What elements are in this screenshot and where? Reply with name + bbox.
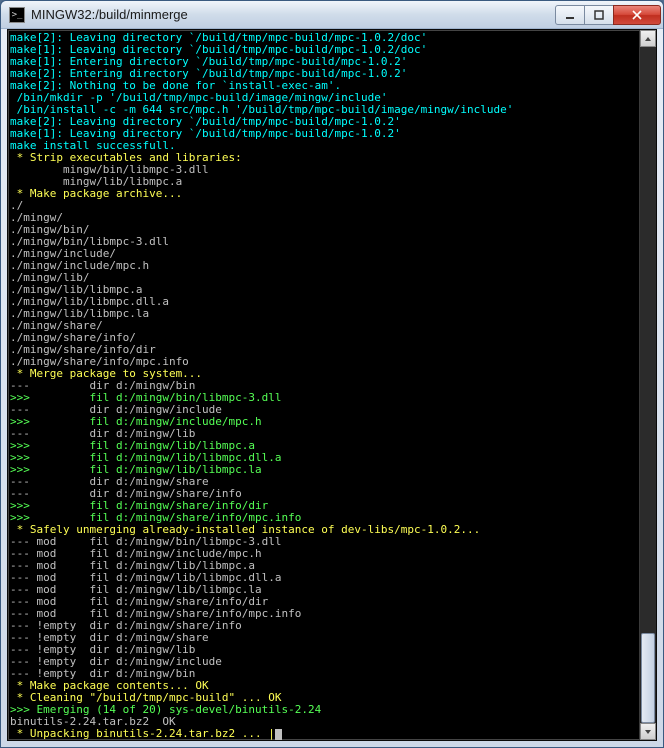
maximize-icon (594, 10, 604, 20)
scroll-down-button[interactable] (640, 723, 656, 740)
scrollbar-thumb[interactable] (641, 633, 655, 723)
terminal-line: ./mingw/include/mpc.h (10, 260, 656, 272)
titlebar[interactable]: >_ MINGW32:/build/minmerge (1, 1, 663, 29)
close-button[interactable] (613, 5, 661, 25)
app-window: >_ MINGW32:/build/minmerge make[2]: Leav… (0, 0, 664, 748)
window-controls (556, 5, 661, 25)
minimize-button[interactable] (555, 5, 585, 25)
minimize-icon (565, 10, 575, 20)
terminal-line: * Make package archive... (10, 188, 656, 200)
app-icon: >_ (9, 7, 25, 23)
window-title: MINGW32:/build/minmerge (31, 7, 556, 22)
terminal-client: make[2]: Leaving directory `/build/tmp/m… (7, 29, 657, 741)
cursor (275, 729, 282, 740)
maximize-button[interactable] (584, 5, 614, 25)
terminal-line: ./ (10, 200, 656, 212)
chevron-up-icon (644, 36, 652, 42)
terminal-output[interactable]: make[2]: Leaving directory `/build/tmp/m… (10, 32, 656, 740)
vertical-scrollbar[interactable] (639, 30, 656, 740)
scroll-up-button[interactable] (640, 30, 656, 47)
terminal-line: ./mingw/ (10, 212, 656, 224)
terminal-line: * Unpacking binutils-2.24.tar.bz2 ... | (10, 728, 656, 740)
close-icon (632, 10, 642, 20)
scrollbar-track[interactable] (640, 47, 656, 723)
terminal-line: ./mingw/lib/libmpc.la (10, 308, 656, 320)
chevron-down-icon (644, 729, 652, 735)
